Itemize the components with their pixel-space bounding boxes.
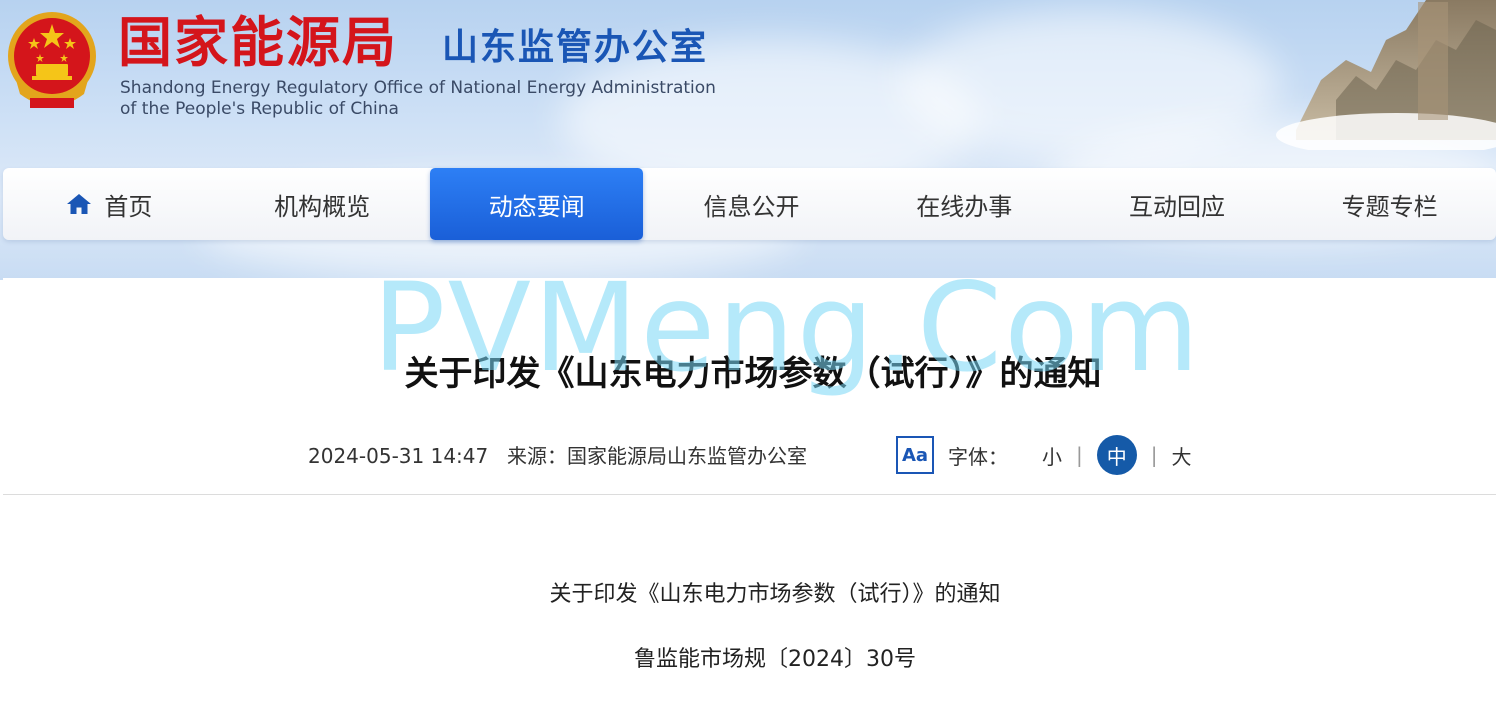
- article-container: [3, 278, 1496, 702]
- site-title-english-line1: Shandong Energy Regulatory Office of Nat…: [120, 78, 716, 98]
- article-source: 来源：国家能源局山东监管办公室: [507, 444, 807, 468]
- font-size-separator: |: [1150, 443, 1158, 467]
- main-nav: 首页 机构概览 动态要闻 信息公开 在线办事 互动回应 专题专栏: [3, 168, 1496, 240]
- font-size-separator: |: [1076, 443, 1083, 467]
- nav-item-label: 专题专栏: [1341, 192, 1438, 221]
- site-title: 国家能源局: [118, 10, 398, 74]
- nav-item-label: 机构概览: [274, 192, 371, 221]
- article-title: 关于印发《山东电力市场参数（试行）》的通知: [404, 354, 1102, 394]
- home-icon: [67, 194, 92, 214]
- nav-item-home[interactable]: 首页: [3, 168, 216, 240]
- nav-item-label: 动态要闻: [488, 192, 585, 221]
- font-size-icon: Aa: [896, 436, 934, 474]
- nav-item-online-services[interactable]: 在线办事: [858, 168, 1071, 240]
- site-title-english-line2: of the People's Republic of China: [120, 99, 399, 119]
- article-date: 2024-05-31 14:47: [308, 444, 489, 468]
- article-body-line: 关于印发《山东电力市场参数（试行）》的通知: [549, 582, 1001, 607]
- nav-item-label: 在线办事: [916, 192, 1013, 221]
- nav-item-info-disclosure[interactable]: 信息公开: [645, 168, 858, 240]
- mountain-illustration-icon: [1276, 0, 1496, 150]
- nav-item-special-topics[interactable]: 专题专栏: [1283, 168, 1496, 240]
- font-size-medium-button[interactable]: 中: [1096, 435, 1137, 475]
- font-size-small-button[interactable]: 小: [1042, 441, 1062, 470]
- site-subtitle: 山东监管办公室: [442, 27, 709, 68]
- font-size-control: Aa 字体： 小 | 中 | 大: [896, 434, 1192, 476]
- nav-item-about[interactable]: 机构概览: [216, 168, 429, 240]
- nav-item-interaction[interactable]: 互动回应: [1071, 168, 1284, 240]
- site-title-english: Shandong Energy Regulatory Office of Nat…: [120, 78, 716, 120]
- article-body-line: 鲁监能市场规〔2024〕30号: [634, 647, 916, 672]
- national-emblem-icon[interactable]: [6, 10, 98, 114]
- nav-item-news[interactable]: 动态要闻: [430, 168, 644, 240]
- font-size-large-button[interactable]: 大: [1172, 441, 1192, 470]
- nav-item-label: 首页: [104, 192, 153, 221]
- nav-item-label: 互动回应: [1128, 192, 1225, 221]
- nav-item-label: 信息公开: [703, 192, 800, 221]
- font-size-label: 字体：: [948, 444, 1008, 469]
- meta-divider: [3, 494, 1496, 495]
